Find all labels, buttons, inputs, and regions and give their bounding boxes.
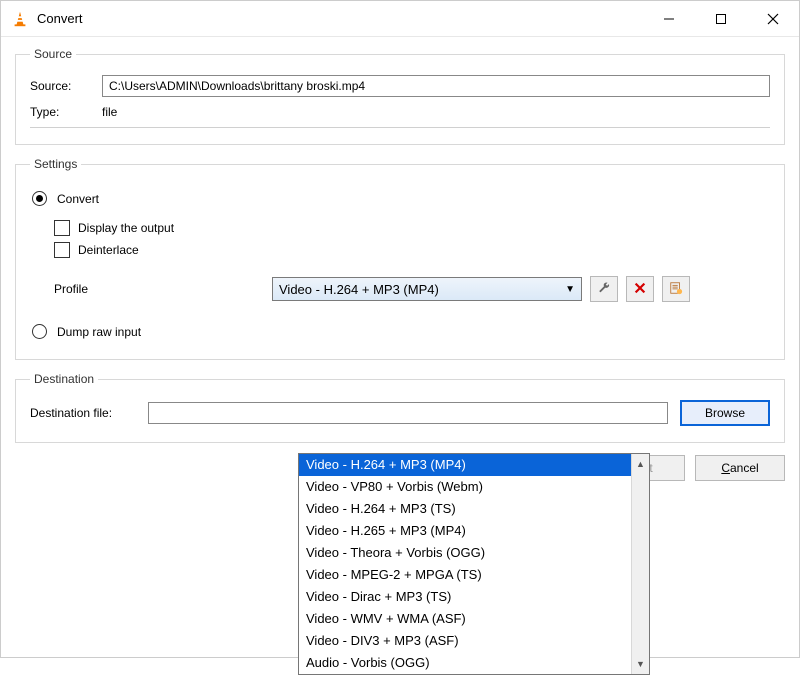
edit-profile-button[interactable] xyxy=(590,276,618,302)
destination-legend: Destination xyxy=(30,372,98,386)
cancel-button-label: Cancel xyxy=(721,461,758,475)
vlc-cone-icon xyxy=(11,10,29,28)
profile-option[interactable]: Video - H.264 + MP3 (MP4) xyxy=(299,454,631,476)
display-output-row[interactable]: Display the output xyxy=(54,220,770,236)
settings-group: Settings Convert Display the output Dein… xyxy=(15,157,785,360)
profile-dropdown: Video - H.264 + MP3 (MP4) Video - VP80 +… xyxy=(298,453,650,675)
display-output-label: Display the output xyxy=(78,221,174,235)
destination-label: Destination file: xyxy=(30,406,148,420)
dump-raw-radio[interactable] xyxy=(32,324,47,339)
cancel-button[interactable]: Cancel xyxy=(695,455,785,481)
maximize-button[interactable] xyxy=(695,1,747,36)
source-divider xyxy=(30,127,770,128)
window-title: Convert xyxy=(37,11,643,26)
profile-dropdown-list: Video - H.264 + MP3 (MP4) Video - VP80 +… xyxy=(299,454,631,674)
titlebar: Convert xyxy=(1,1,799,37)
profile-selected-text: Video - H.264 + MP3 (MP4) xyxy=(279,282,439,297)
profile-option[interactable]: Video - VP80 + Vorbis (Webm) xyxy=(299,476,631,498)
convert-dialog: Convert Source Source: Type: file xyxy=(0,0,800,658)
dump-raw-label: Dump raw input xyxy=(57,325,141,339)
minimize-button[interactable] xyxy=(643,1,695,36)
profile-option[interactable]: Video - Dirac + MP3 (TS) xyxy=(299,586,631,608)
type-value: file xyxy=(102,105,117,119)
dialog-content: Source Source: Type: file Settings Conve… xyxy=(1,37,799,657)
profile-option[interactable]: Video - MPEG-2 + MPGA (TS) xyxy=(299,564,631,586)
source-legend: Source xyxy=(30,47,76,61)
type-label: Type: xyxy=(30,105,102,119)
convert-radio-label: Convert xyxy=(57,192,99,206)
convert-radio-row[interactable]: Convert xyxy=(32,191,770,206)
new-profile-button[interactable] xyxy=(662,276,690,302)
chevron-down-icon: ▼ xyxy=(565,284,575,295)
new-profile-icon xyxy=(669,281,683,298)
source-input[interactable] xyxy=(102,75,770,97)
profile-option[interactable]: Audio - Vorbis (OGG) xyxy=(299,652,631,674)
profile-option[interactable]: Video - DIV3 + MP3 (ASF) xyxy=(299,630,631,652)
source-group: Source Source: Type: file xyxy=(15,47,785,145)
delete-icon xyxy=(633,281,647,298)
profile-option[interactable]: Video - Theora + Vorbis (OGG) xyxy=(299,542,631,564)
window-controls xyxy=(643,1,799,36)
source-label: Source: xyxy=(30,79,102,93)
wrench-icon xyxy=(597,281,611,298)
profile-label: Profile xyxy=(30,282,272,296)
deinterlace-checkbox[interactable] xyxy=(54,242,70,258)
profile-option[interactable]: Video - WMV + WMA (ASF) xyxy=(299,608,631,630)
dump-raw-radio-row[interactable]: Dump raw input xyxy=(32,324,770,339)
destination-group: Destination Destination file: Browse xyxy=(15,372,785,443)
profile-combobox[interactable]: Video - H.264 + MP3 (MP4) ▼ xyxy=(272,277,582,301)
convert-radio[interactable] xyxy=(32,191,47,206)
delete-profile-button[interactable] xyxy=(626,276,654,302)
scroll-down-icon[interactable]: ▼ xyxy=(633,656,649,672)
dropdown-scrollbar[interactable]: ▲ ▼ xyxy=(631,454,649,674)
display-output-checkbox[interactable] xyxy=(54,220,70,236)
browse-button-label: Browse xyxy=(705,406,745,420)
browse-button[interactable]: Browse xyxy=(680,400,770,426)
settings-legend: Settings xyxy=(30,157,81,171)
profile-option[interactable]: Video - H.264 + MP3 (TS) xyxy=(299,498,631,520)
deinterlace-row[interactable]: Deinterlace xyxy=(54,242,770,258)
profile-option[interactable]: Video - H.265 + MP3 (MP4) xyxy=(299,520,631,542)
scroll-up-icon[interactable]: ▲ xyxy=(633,456,649,472)
close-button[interactable] xyxy=(747,1,799,36)
destination-input[interactable] xyxy=(148,402,668,424)
deinterlace-label: Deinterlace xyxy=(78,243,139,257)
